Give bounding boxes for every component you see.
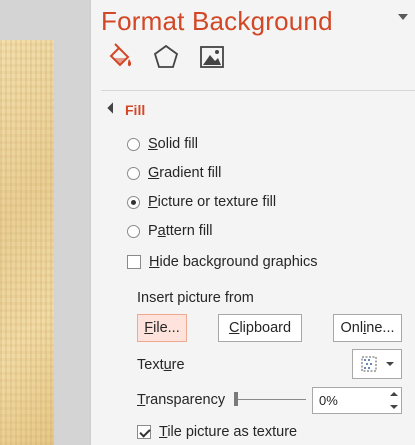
tile-picture-checkbox[interactable] xyxy=(137,425,151,439)
fill-section-label: Fill xyxy=(125,102,146,118)
solid-fill-label: Solid fill xyxy=(148,136,198,152)
hide-background-graphics-option[interactable]: Hide background graphics xyxy=(127,252,317,272)
tile-picture-option[interactable]: Tile picture as texture xyxy=(137,422,297,442)
picture-texture-fill-option[interactable]: Picture or texture fill xyxy=(127,192,276,212)
slide-canvas xyxy=(0,0,90,445)
picture-icon xyxy=(200,46,224,68)
tab-effects[interactable] xyxy=(151,42,181,78)
solid-fill-option[interactable]: Solid fill xyxy=(127,134,198,154)
gradient-fill-label: Gradient fill xyxy=(148,165,222,181)
tab-fill-line[interactable] xyxy=(105,42,135,78)
picture-texture-fill-label: Picture or texture fill xyxy=(148,194,277,210)
picture-texture-fill-radio[interactable] xyxy=(127,195,140,209)
transparency-spinner[interactable]: 0% xyxy=(312,387,402,414)
transparency-value[interactable]: 0% xyxy=(313,393,387,408)
chevron-down-icon xyxy=(386,362,394,366)
caret-up-icon xyxy=(390,392,398,397)
texture-label: Texture xyxy=(137,357,185,373)
collapse-triangle-icon xyxy=(107,102,119,114)
gradient-fill-radio[interactable] xyxy=(127,166,140,180)
pattern-fill-label: Pattern fill xyxy=(148,223,213,239)
tab-picture[interactable] xyxy=(197,42,227,78)
transparency-slider-thumb[interactable] xyxy=(234,392,238,406)
transparency-slider-track[interactable] xyxy=(234,399,306,400)
pattern-fill-option[interactable]: Pattern fill xyxy=(127,221,213,241)
transparency-label: Transparency xyxy=(137,392,226,408)
spin-up-button[interactable] xyxy=(387,388,401,401)
spin-down-button[interactable] xyxy=(387,401,401,414)
tile-picture-label: Tile picture as texture xyxy=(159,424,298,440)
texture-swatch-icon xyxy=(361,356,377,372)
pane-title: Format Background xyxy=(101,6,333,36)
hide-background-graphics-checkbox[interactable] xyxy=(127,255,141,269)
caret-down-icon xyxy=(390,404,398,409)
hide-background-graphics-label: Hide background graphics xyxy=(149,254,318,270)
fill-line-icon xyxy=(109,43,132,67)
solid-fill-radio[interactable] xyxy=(127,137,140,151)
pentagon-icon xyxy=(153,44,179,68)
insert-picture-label: Insert picture from xyxy=(137,290,254,306)
fill-section-toggle[interactable]: Fill xyxy=(107,101,146,119)
pane-options-button[interactable] xyxy=(396,10,410,22)
chevron-down-icon xyxy=(398,14,408,20)
pattern-fill-radio[interactable] xyxy=(127,224,140,238)
format-background-pane: Format Background Fill Solid fill Gradie… xyxy=(90,0,415,445)
section-divider xyxy=(101,90,415,91)
online-button[interactable]: Onl i ne... xyxy=(333,314,402,342)
texture-dropdown[interactable] xyxy=(352,349,402,379)
slide-texture-preview xyxy=(0,40,54,445)
gradient-fill-option[interactable]: Gradient fill xyxy=(127,163,221,183)
file-button[interactable]: File... xyxy=(137,314,187,342)
clipboard-button[interactable]: Clipboard xyxy=(218,314,302,342)
